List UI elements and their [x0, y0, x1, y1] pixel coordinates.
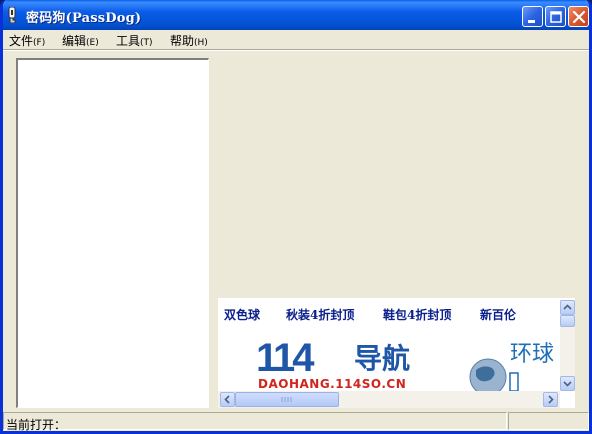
vertical-scroll-thumb[interactable] — [560, 315, 575, 327]
scroll-left-button[interactable] — [220, 392, 235, 407]
close-button[interactable] — [568, 6, 589, 27]
minimize-button[interactable] — [522, 6, 543, 27]
maximize-icon — [550, 11, 562, 23]
scroll-up-button[interactable] — [560, 300, 575, 315]
globe-icon — [469, 358, 507, 391]
status-cell-secondary — [508, 412, 589, 430]
menu-edit[interactable]: 编辑(E) — [62, 32, 99, 49]
arrow-down-icon — [563, 381, 572, 387]
ad-link-bar: 双色球 秋装4折封顶 鞋包4折封顶 新百伦 — [218, 298, 560, 328]
close-icon — [572, 10, 586, 24]
status-bar: 当前打开： — [3, 410, 589, 431]
ad-link[interactable]: 双色球 — [224, 306, 260, 323]
password-tree-panel[interactable] — [16, 58, 209, 408]
menu-tools[interactable]: 工具(T) — [116, 32, 153, 49]
ad-banner[interactable]: 双色球 秋装4折封顶 鞋包4折封顶 新百伦 114 导航 DAOHANG.114… — [218, 298, 575, 408]
app-window: 密码狗(PassDog) 文件(F) 编辑(E) 工具(T) 帮助(H) 双色球 — [0, 0, 592, 434]
ad-link[interactable]: 鞋包4折封顶 — [383, 306, 451, 323]
arrow-left-icon — [224, 395, 230, 404]
grip-icon — [281, 397, 292, 402]
ad-logo-area[interactable]: 114 导航 DAOHANG.114SO.CN 环球 — [218, 328, 560, 391]
logo-daohang-text: 导航 — [354, 342, 410, 375]
ad-link[interactable]: 秋装4折封顶 — [286, 306, 354, 323]
partner-logo-mark — [509, 372, 519, 391]
status-current-open: 当前打开： — [6, 418, 67, 432]
menu-bar: 文件(F) 编辑(E) 工具(T) 帮助(H) — [3, 30, 589, 49]
ad-vertical-scrollbar[interactable] — [560, 300, 575, 391]
horizontal-scroll-thumb[interactable] — [235, 392, 339, 407]
logo-114: 114 — [256, 336, 315, 380]
menu-help[interactable]: 帮助(H) — [170, 32, 208, 49]
scroll-down-button[interactable] — [560, 376, 575, 391]
partner-logo-text: 环球 — [510, 342, 554, 367]
ad-link[interactable]: 新百伦 — [480, 306, 516, 323]
window-title: 密码狗(PassDog) — [26, 11, 142, 26]
title-bar[interactable]: 密码狗(PassDog) — [3, 0, 589, 30]
menu-separator — [3, 49, 589, 51]
arrow-right-icon — [548, 395, 554, 404]
logo-domain: DAOHANG.114SO.CN — [258, 377, 406, 391]
scroll-right-button[interactable] — [543, 392, 558, 407]
status-cell-main: 当前打开： — [3, 412, 507, 432]
ad-horizontal-scrollbar[interactable] — [218, 391, 560, 408]
arrow-up-icon — [563, 304, 572, 310]
key-app-icon — [8, 7, 16, 23]
maximize-button[interactable] — [545, 6, 566, 27]
menu-file[interactable]: 文件(F) — [9, 32, 45, 49]
minimize-icon — [528, 20, 535, 23]
